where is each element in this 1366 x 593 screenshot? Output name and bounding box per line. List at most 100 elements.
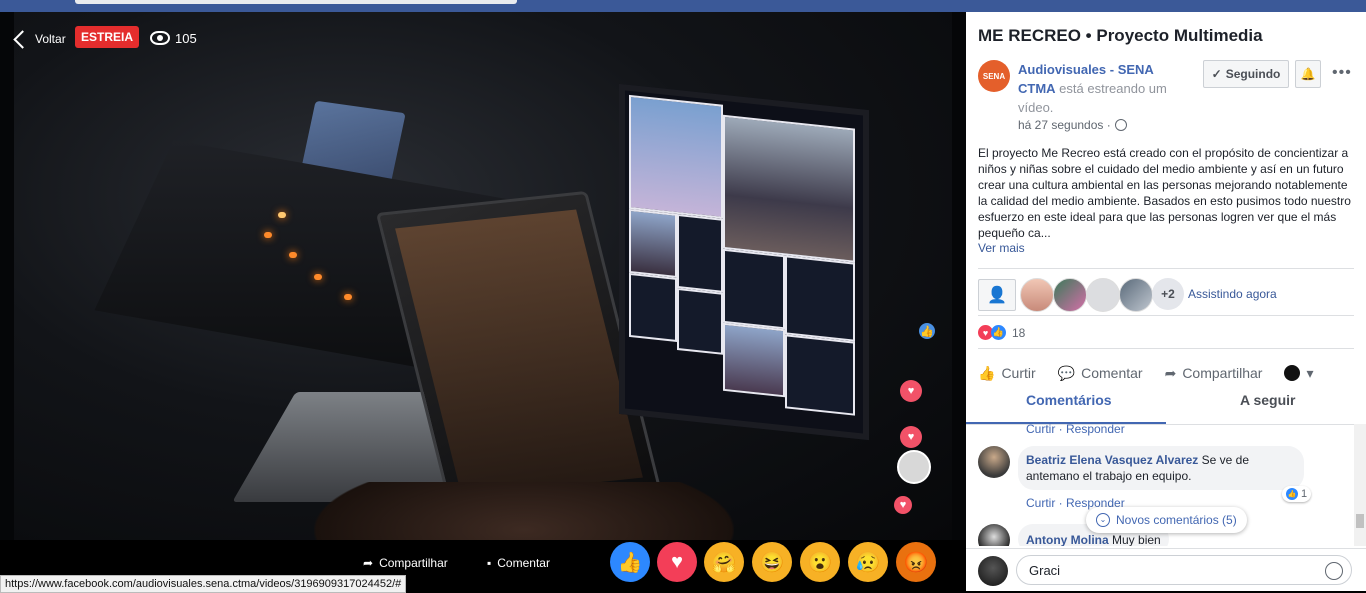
console-light bbox=[289, 252, 297, 258]
comment-button[interactable]: ▪ Comentar bbox=[487, 556, 550, 570]
reaction-summary[interactable]: ♥ 👍 18 bbox=[978, 325, 1025, 340]
poster-line: Audiovisuales - SENA CTMA está estreando… bbox=[1018, 60, 1188, 117]
post-actions: 👍 Curtir 💬 Comentar ➦ Compartilhar ▾ bbox=[978, 360, 1354, 386]
more-watchers-badge[interactable]: +2 bbox=[1152, 278, 1184, 310]
care-reaction-icon[interactable]: 🤗 bbox=[704, 542, 744, 582]
comment-like-count[interactable]: 👍 1 bbox=[1282, 486, 1312, 502]
multiview-monitor bbox=[619, 83, 869, 441]
share-button[interactable]: ➦ Compartilhar bbox=[363, 556, 448, 570]
monitor-panel bbox=[785, 334, 855, 416]
tab-following[interactable]: A seguir bbox=[1240, 392, 1296, 408]
sad-reaction-icon[interactable]: 😥 bbox=[848, 542, 888, 582]
search-bar[interactable] bbox=[75, 0, 517, 4]
divider bbox=[978, 315, 1354, 316]
globe-icon bbox=[1114, 119, 1127, 131]
video-description: El proyecto Me Recreo está creado con el… bbox=[978, 146, 1351, 240]
console-light bbox=[278, 212, 286, 218]
comment-composer: Graci bbox=[966, 548, 1366, 591]
comment-scrollbar[interactable] bbox=[1354, 424, 1366, 546]
video-title: ME RECREO • Proyecto Multimedia bbox=[978, 26, 1263, 45]
see-more-link[interactable]: Ver mais bbox=[978, 241, 1025, 255]
add-person-icon: 👤 bbox=[987, 287, 1007, 304]
following-button[interactable]: ✓ Seguindo bbox=[1203, 60, 1289, 88]
scrollbar-thumb[interactable] bbox=[1356, 514, 1364, 528]
back-label: Voltar bbox=[35, 32, 66, 46]
watching-now-label[interactable]: Assistindo agora bbox=[1188, 287, 1277, 301]
commenter-avatar[interactable] bbox=[978, 524, 1010, 546]
monitor-panel bbox=[629, 272, 677, 342]
comment-input-value: Graci bbox=[1029, 563, 1061, 578]
video-player[interactable]: Voltar ESTREIA 105 👍 ♥ ♥ ♥ ➦ Compartilha… bbox=[0, 12, 966, 591]
thumbs-up-icon: 👍 bbox=[978, 364, 996, 381]
comment-label: Comentar bbox=[1081, 365, 1143, 381]
comment-author[interactable]: Beatriz Elena Vasquez Alvarez bbox=[1026, 453, 1198, 467]
watcher-avatar[interactable] bbox=[1020, 278, 1054, 312]
monitor-panel bbox=[723, 114, 855, 263]
notifications-button[interactable]: 🔔 bbox=[1295, 60, 1321, 88]
status-bar-url: https://www.facebook.com/audiovisuales.s… bbox=[0, 575, 407, 593]
comment-actions[interactable]: Curtir · Responder bbox=[1026, 424, 1125, 436]
share-arrow-icon: ➦ bbox=[363, 556, 374, 570]
tab-comments[interactable]: Comentários bbox=[1026, 392, 1112, 408]
monitor-panel bbox=[677, 213, 723, 293]
chevron-left-icon bbox=[13, 29, 32, 49]
comment-label: Comentar bbox=[497, 556, 550, 570]
viewer-count: 105 bbox=[150, 28, 197, 48]
comment-author[interactable]: Antony Molina bbox=[1026, 533, 1109, 546]
floating-love-icon: ♥ bbox=[900, 426, 922, 448]
my-avatar[interactable] bbox=[978, 556, 1008, 586]
like-reaction-icon[interactable]: 👍 bbox=[610, 542, 650, 582]
comment-likes-value: 1 bbox=[1301, 488, 1308, 500]
facebook-top-bar bbox=[0, 0, 1366, 12]
comment-icon: 💬 bbox=[1057, 364, 1076, 381]
comment-bubble: Beatriz Elena Vasquez Alvarez Se ve de a… bbox=[1018, 446, 1304, 490]
operator-hand bbox=[314, 482, 734, 540]
video-sidebar: ME RECREO • Proyecto Multimedia SENA Aud… bbox=[966, 12, 1366, 591]
post-meta: há 27 segundos · bbox=[1018, 118, 1127, 132]
monitor-panel bbox=[723, 322, 785, 398]
console-light bbox=[344, 294, 352, 300]
video-frame bbox=[14, 12, 952, 540]
post-time[interactable]: há 27 segundos · bbox=[1018, 118, 1111, 132]
floating-love-icon: ♥ bbox=[900, 380, 922, 402]
share-label: Compartilhar bbox=[1182, 365, 1263, 381]
haha-reaction-icon[interactable]: 😆 bbox=[752, 542, 792, 582]
viewer-count-value: 105 bbox=[175, 30, 197, 46]
floating-avatar bbox=[897, 450, 931, 484]
monitor-panel bbox=[785, 255, 855, 342]
like-icon: 👍 bbox=[991, 325, 1006, 340]
watcher-avatar[interactable] bbox=[1086, 278, 1120, 312]
console-light bbox=[264, 232, 272, 238]
profile-circle-icon bbox=[1284, 365, 1301, 381]
chevron-down-icon: ⌄ bbox=[1096, 513, 1110, 527]
commenter-avatar[interactable] bbox=[978, 446, 1010, 478]
wow-reaction-icon[interactable]: 😮 bbox=[800, 542, 840, 582]
following-label: Seguindo bbox=[1225, 67, 1281, 81]
comment-input[interactable]: Graci bbox=[1016, 555, 1352, 585]
angry-reaction-icon[interactable]: 😡 bbox=[896, 542, 936, 582]
share-label: Compartilhar bbox=[379, 556, 448, 570]
watcher-avatar[interactable] bbox=[1119, 278, 1153, 312]
add-friend-button[interactable]: 👤 bbox=[978, 279, 1016, 311]
floating-like-icon: 👍 bbox=[919, 323, 935, 339]
audience-selector[interactable]: ▾ bbox=[1284, 365, 1313, 382]
page-avatar[interactable]: SENA bbox=[978, 60, 1010, 92]
divider bbox=[978, 348, 1354, 349]
love-reaction-icon[interactable]: ♥ bbox=[657, 542, 697, 582]
divider bbox=[978, 268, 1354, 269]
comment-text: Muy bien bbox=[1112, 533, 1161, 546]
comment-button-side[interactable]: 💬 Comentar bbox=[1058, 365, 1143, 382]
monitor-panel bbox=[723, 248, 785, 330]
like-label: Curtir bbox=[1001, 365, 1036, 381]
like-button[interactable]: 👍 Curtir bbox=[978, 365, 1036, 382]
watcher-avatar[interactable] bbox=[1053, 278, 1087, 312]
more-options-icon[interactable]: ••• bbox=[1332, 64, 1352, 82]
back-button[interactable]: Voltar bbox=[12, 28, 66, 50]
eye-icon bbox=[150, 31, 170, 45]
console-light bbox=[314, 274, 322, 280]
share-arrow-icon: ➦ bbox=[1164, 364, 1177, 381]
emoji-picker-icon[interactable] bbox=[1325, 562, 1343, 580]
monitor-panel bbox=[629, 208, 677, 278]
new-comments-pill[interactable]: ⌄ Novos comentários (5) bbox=[1086, 507, 1247, 533]
share-button-side[interactable]: ➦ Compartilhar bbox=[1165, 365, 1263, 382]
